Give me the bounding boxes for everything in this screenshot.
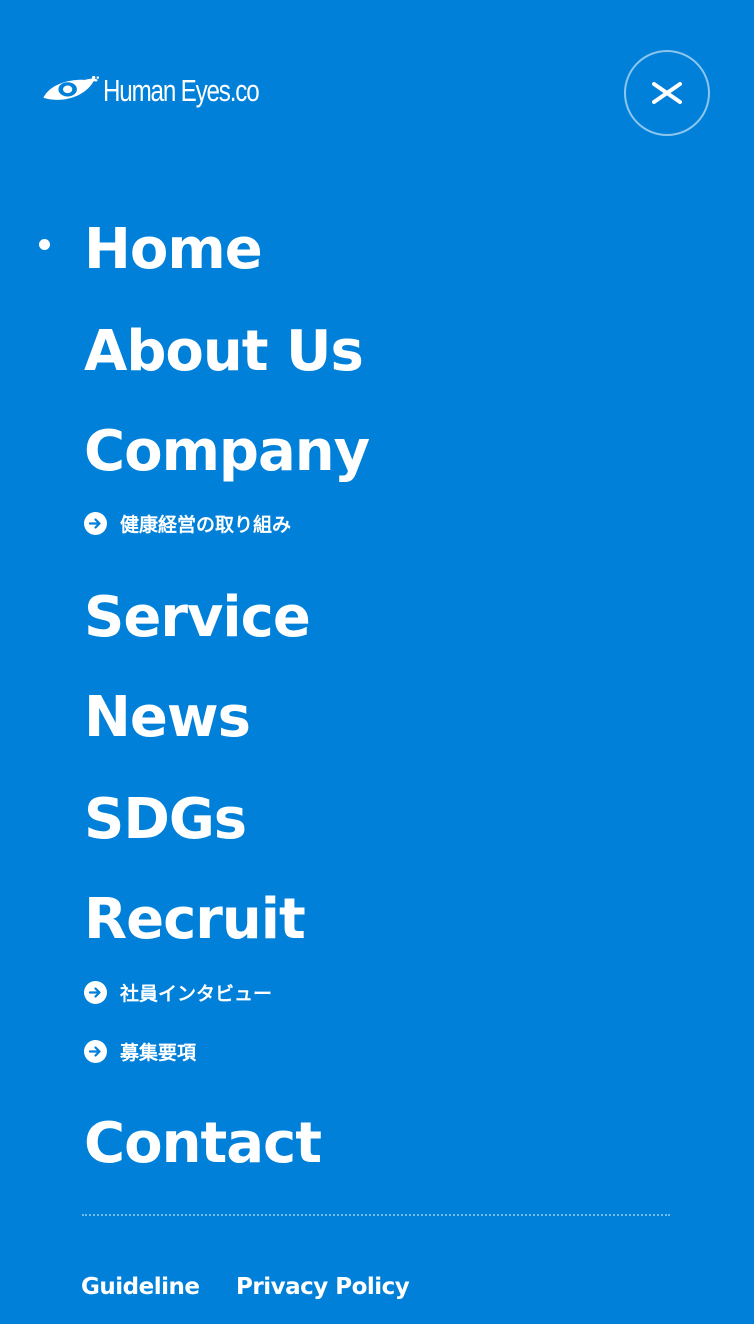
- nav-item-news[interactable]: News: [84, 690, 251, 746]
- subnav-item-employee-interview[interactable]: 社員インタビュー: [84, 979, 272, 1005]
- subnav-item-label: 健康経営の取り組み: [120, 513, 292, 536]
- subnav-item-label: 募集要項: [120, 1041, 197, 1064]
- brand-logo[interactable]: Human Eyes.co: [40, 66, 302, 116]
- subnav-item-health-management[interactable]: 健康経営の取り組み: [84, 510, 291, 536]
- close-icon: [652, 82, 682, 104]
- nav-item-about-us[interactable]: About Us: [84, 324, 364, 380]
- arrow-right-circle-icon: [84, 980, 107, 1004]
- footer-divider: [82, 1214, 670, 1216]
- active-indicator-dot: [39, 239, 50, 250]
- close-menu-button[interactable]: [624, 50, 710, 136]
- subnav-item-label: 社員インタビュー: [120, 982, 273, 1005]
- nav-item-service[interactable]: Service: [84, 590, 311, 646]
- subnav-item-job-requirements[interactable]: 募集要項: [84, 1038, 196, 1064]
- nav-item-home[interactable]: Home: [84, 222, 263, 278]
- nav-item-recruit[interactable]: Recruit: [84, 892, 306, 948]
- arrow-right-circle-icon: [84, 1039, 107, 1063]
- arrow-right-circle-icon: [84, 511, 107, 535]
- footer-link-privacy-policy[interactable]: Privacy Policy: [236, 1274, 410, 1300]
- nav-item-company[interactable]: Company: [84, 424, 370, 480]
- nav-item-contact[interactable]: Contact: [84, 1116, 322, 1172]
- logo-text: Human Eyes.co: [102, 73, 260, 108]
- nav-item-sdgs[interactable]: SDGs: [84, 792, 247, 848]
- eye-logo-icon: [43, 75, 99, 100]
- footer-link-guideline[interactable]: Guideline: [81, 1274, 200, 1300]
